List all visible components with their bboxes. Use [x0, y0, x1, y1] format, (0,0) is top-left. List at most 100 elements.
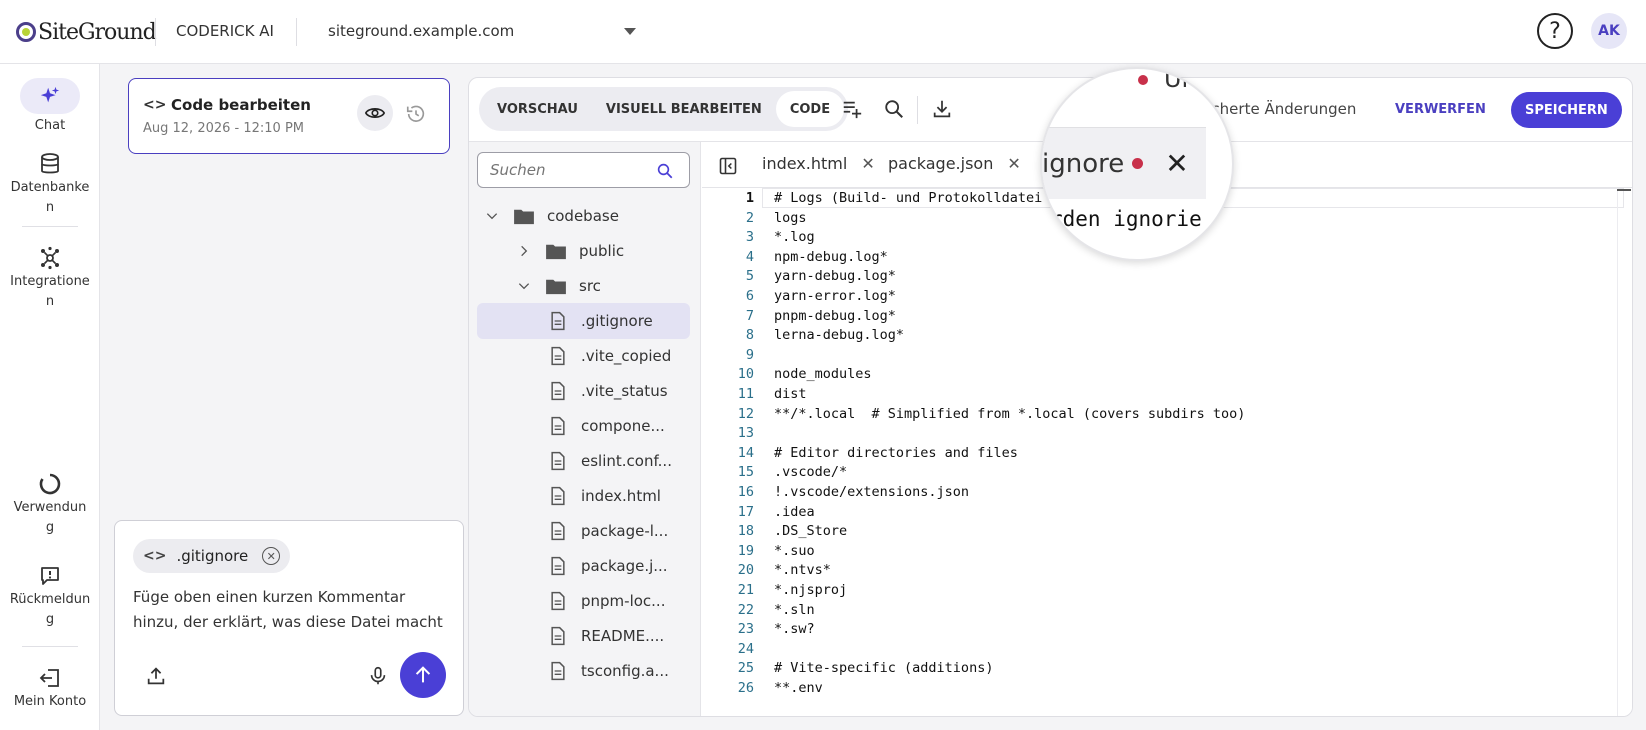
discard-button[interactable]: VERWERFEN: [1395, 102, 1486, 117]
code-icon: <>: [143, 97, 167, 113]
tab-preview[interactable]: VORSCHAU: [483, 91, 592, 127]
history-icon[interactable]: [405, 103, 427, 125]
tree-file[interactable]: compone...: [477, 408, 690, 444]
close-tab-icon[interactable]: ✕: [1007, 154, 1020, 173]
code-area[interactable]: 1 # Logs (Build- und Protokolldatei 2 logs 3…: [702, 188, 1632, 716]
code-line: .vscode/*: [774, 464, 848, 481]
line-number: 9: [745, 346, 754, 363]
siteground-logo[interactable]: SiteGround: [16, 17, 157, 47]
chevron-down-icon[interactable]: [485, 209, 499, 223]
file-tree: codebase public src .gitignore .vite_copied.…: [469, 142, 701, 716]
prompt-input[interactable]: Füge oben einen kurzen Kommentar hinzu, …: [133, 585, 453, 635]
file-search-input[interactable]: [490, 161, 650, 179]
add-file-icon[interactable]: [841, 98, 863, 120]
sidebar-item-databases[interactable]: Datenbanke n: [0, 152, 100, 218]
code-edit-card[interactable]: <> Code bearbeiten Aug 12, 2026 - 12:10 …: [128, 78, 450, 154]
file-icon: [551, 416, 565, 436]
line-number: 25: [737, 660, 754, 677]
file-tab-package-json[interactable]: package.json ✕: [888, 154, 1021, 173]
code-line: **/*.local # Simplified from *.local (co…: [774, 405, 1246, 422]
line-number: 14: [737, 444, 754, 461]
unsaved-dot: [1138, 75, 1148, 85]
code-line: lerna-debug.log*: [774, 327, 905, 344]
sidebar-item-integrations[interactable]: Integratione n: [0, 246, 100, 312]
sidebar-item-chat[interactable]: Chat: [0, 78, 100, 136]
code-line: node_modules: [774, 366, 872, 383]
avatar[interactable]: AK: [1591, 13, 1627, 49]
close-tab-icon[interactable]: ✕: [1165, 147, 1188, 180]
tab-code[interactable]: CODE: [775, 91, 845, 127]
tree-item-label: eslint.conf...: [581, 452, 672, 470]
sidebar-item-label: Integratione n: [10, 274, 90, 309]
tab-visual-edit[interactable]: VISUELL BEARBEITEN: [592, 91, 776, 127]
file-icon: [551, 591, 565, 611]
upload-icon[interactable]: [145, 665, 167, 687]
microphone-icon[interactable]: [367, 665, 389, 687]
tree-file[interactable]: package.j...: [477, 548, 690, 584]
zoom-magnifier: Ur ignore ✕ rden ignorie: [1040, 67, 1234, 261]
code-line: # Vite-specific (additions): [774, 660, 994, 677]
close-tab-icon[interactable]: ✕: [861, 154, 874, 173]
sidebar-item-label: Mein Konto: [13, 694, 87, 709]
tree-file[interactable]: README....: [477, 618, 690, 654]
chip-label: .gitignore: [176, 547, 249, 565]
file-icon: [551, 346, 565, 366]
feedback-icon: [41, 567, 59, 585]
file-context-chip[interactable]: <> .gitignore ✕: [133, 539, 291, 573]
tree-file[interactable]: .gitignore: [477, 303, 690, 339]
toggle-sidebar-icon[interactable]: [718, 156, 738, 176]
magnified-tab-label: ignore: [1042, 148, 1125, 179]
chat-pill: [20, 78, 80, 114]
help-button[interactable]: ?: [1537, 13, 1573, 49]
tree-file[interactable]: index.html: [477, 478, 690, 514]
header-divider: [155, 18, 156, 46]
chat-panel: <> Code bearbeiten Aug 12, 2026 - 12:10 …: [100, 64, 465, 730]
file-icon: [551, 381, 565, 401]
tree-file[interactable]: eslint.conf...: [477, 443, 690, 479]
caret-down-icon[interactable]: [624, 28, 636, 35]
tree-folder[interactable]: src: [477, 268, 690, 304]
sidebar-item-feedback[interactable]: Rückmeldun g: [0, 564, 100, 630]
unsaved-dot: [1132, 158, 1144, 169]
line-number: 19: [737, 542, 754, 559]
top-bar: SiteGround CODERICK AI siteground.exampl…: [0, 0, 1646, 64]
sidebar-item-account[interactable]: Mein Konto: [0, 666, 100, 712]
line-number: 1: [745, 190, 754, 206]
toolbar-divider: [917, 96, 918, 124]
folder-icon: [514, 209, 534, 225]
tree-item-label: .vite_status: [581, 382, 668, 400]
file-icon: [551, 661, 565, 681]
site-select[interactable]: siteground.example.com: [328, 22, 514, 40]
chevron-right-icon[interactable]: [517, 244, 531, 258]
file-icon: [551, 556, 565, 576]
remove-chip-icon[interactable]: ✕: [262, 547, 281, 565]
sidebar-item-usage[interactable]: Verwendun g: [0, 472, 100, 538]
magnified-gitignore-tab[interactable]: ignore ✕: [1042, 147, 1189, 180]
file-tab-index-html[interactable]: index.html ✕: [762, 154, 875, 173]
line-number: 16: [737, 484, 754, 500]
tree-file[interactable]: pnpm-loc...: [477, 583, 690, 619]
line-number: 15: [737, 464, 754, 481]
code-icon: <>: [143, 548, 167, 564]
preview-button[interactable]: [357, 95, 393, 131]
line-number: 2: [745, 209, 754, 226]
code-scrollbar[interactable]: [1617, 188, 1632, 716]
save-button[interactable]: SPEICHERN: [1511, 92, 1622, 128]
tree-folder[interactable]: public: [477, 233, 690, 269]
tree-file[interactable]: .vite_copied: [477, 338, 690, 374]
send-button[interactable]: [400, 652, 446, 698]
search-icon[interactable]: [883, 98, 905, 120]
tree-file[interactable]: package-l...: [477, 513, 690, 549]
tree-item-label: package.j...: [581, 557, 668, 575]
tree-item-label: package-l...: [581, 522, 669, 540]
download-icon[interactable]: [931, 98, 953, 120]
code-line: yarn-error.log*: [774, 288, 896, 304]
tree-file[interactable]: .vite_status: [477, 373, 690, 409]
tree-item-label: pnpm-loc...: [581, 592, 666, 610]
tree-folder[interactable]: codebase: [477, 198, 690, 234]
chevron-down-icon[interactable]: [517, 279, 531, 293]
code-line: *.ntvs*: [774, 562, 831, 579]
tree-file[interactable]: tsconfig.a...: [477, 653, 690, 689]
code-line: *.log: [774, 229, 815, 246]
search-icon[interactable]: [656, 162, 674, 180]
